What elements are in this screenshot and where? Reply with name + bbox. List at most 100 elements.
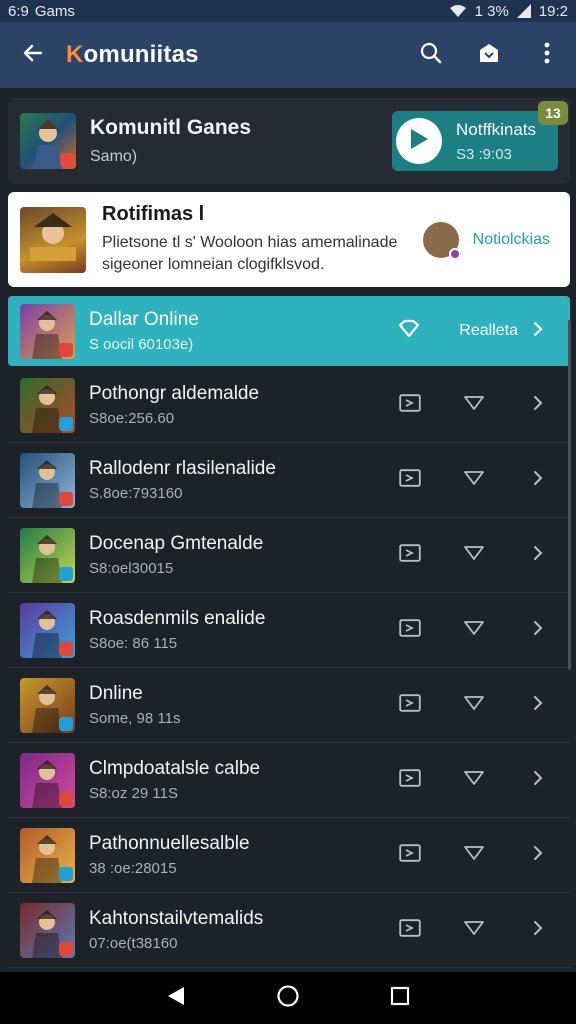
notification-count-badge: 13: [538, 101, 568, 125]
heart-outline-icon: [463, 470, 485, 491]
open-game-button[interactable]: [518, 835, 558, 875]
chevron-right-icon: [533, 770, 543, 791]
game-subtitle: S8:oz 29 11S: [89, 785, 178, 802]
favorite-button[interactable]: [454, 835, 494, 875]
favorite-button[interactable]: [454, 385, 494, 425]
favorite-button[interactable]: [454, 910, 494, 950]
download-button[interactable]: [390, 760, 430, 800]
chevron-right-icon: [533, 695, 543, 716]
game-subtitle: S oocil 60103e): [89, 336, 194, 353]
arrow-left-icon: [21, 41, 45, 70]
nav-back-button[interactable]: [148, 972, 204, 1024]
download-button[interactable]: [390, 610, 430, 650]
game-subtitle: S8:oel30015: [89, 560, 174, 577]
game-title: Kahtonstailvtemalids: [89, 908, 264, 929]
download-button[interactable]: [390, 535, 430, 575]
chevron-right-icon: [533, 321, 543, 342]
notifications-card[interactable]: Notffkinats S3 :9:03 13: [392, 101, 568, 171]
scrollbar[interactable]: [568, 320, 571, 670]
open-game-button[interactable]: [518, 610, 558, 650]
game-row-link[interactable]: Realleta: [459, 322, 518, 340]
open-game-button[interactable]: [518, 910, 558, 950]
search-button[interactable]: [402, 22, 460, 88]
search-icon: [419, 41, 443, 70]
favorite-button[interactable]: [454, 760, 494, 800]
favorite-button[interactable]: [454, 685, 494, 725]
system-nav-bar: [0, 972, 576, 1024]
game-thumbnail: [20, 377, 75, 433]
download-button[interactable]: [390, 685, 430, 725]
open-game-button[interactable]: [518, 311, 558, 351]
game-row[interactable]: Dnline Some, 98 11s: [8, 668, 570, 743]
heart-outline-icon: [463, 695, 485, 716]
featured-game-card[interactable]: Komunitl Ganes Samo) Notffkinats S3 :9:0…: [8, 98, 570, 184]
game-subtitle: Some, 98 11s: [89, 710, 181, 727]
game-row[interactable]: Pathonnuellesalble 38 :oe:28015: [8, 818, 570, 893]
nav-recents-button[interactable]: [372, 972, 428, 1024]
favorite-button[interactable]: [454, 460, 494, 500]
heart-outline-icon: [463, 620, 485, 641]
download-button[interactable]: [390, 835, 430, 875]
game-subtitle: S8oe:256.60: [89, 410, 175, 427]
chevron-right-icon: [533, 395, 543, 416]
open-game-button[interactable]: [518, 685, 558, 725]
heart-outline-icon: [463, 920, 485, 941]
notifications-subtitle: S3 :9:03: [456, 145, 512, 163]
game-row[interactable]: Pothongr aldemalde S8oe:256.60: [8, 368, 570, 443]
game-row[interactable]: Docenap Gmtenalde S8:oel30015: [8, 518, 570, 593]
favorite-button[interactable]: [454, 535, 494, 575]
page-title-rest: omuniitas: [83, 41, 199, 68]
promo-thumbnail: [20, 206, 86, 273]
nav-home-button[interactable]: [260, 972, 316, 1024]
promo-title: Rotifimas l: [102, 203, 205, 226]
download-button[interactable]: [390, 460, 430, 500]
store-button[interactable]: [460, 22, 518, 88]
game-subtitle: S8oe: 86 115: [89, 635, 178, 652]
play-button[interactable]: [396, 118, 442, 164]
open-game-button[interactable]: [518, 460, 558, 500]
download-icon: [399, 543, 421, 567]
download-icon: [399, 393, 421, 417]
game-row[interactable]: Dallar Online S oocil 60103e) Realleta: [8, 296, 570, 366]
favorite-button[interactable]: [389, 311, 429, 351]
promo-banner[interactable]: Rotifimas l Plietsone tl s' Wooloon hias…: [8, 192, 570, 287]
game-row[interactable]: Clmpdoatalsle calbe S8:oz 29 11S: [8, 743, 570, 818]
game-title: Clmpdoatalsle calbe: [89, 758, 261, 779]
game-title: Rallodenr rlasilenalide: [89, 458, 276, 479]
favorite-button[interactable]: [454, 610, 494, 650]
download-button[interactable]: [390, 385, 430, 425]
game-title: Pathonnuellesalble: [89, 833, 250, 854]
download-icon: [399, 843, 421, 867]
game-thumbnail: [20, 902, 75, 958]
wifi-icon: [449, 4, 467, 18]
game-title: Dallar Online: [89, 309, 199, 330]
promo-notifications-link[interactable]: Notiolckias: [473, 231, 550, 249]
chevron-right-icon: [533, 545, 543, 566]
game-title: Roasdenmils enalide: [89, 608, 266, 629]
download-button[interactable]: [390, 910, 430, 950]
more-options-button[interactable]: [518, 22, 576, 88]
back-button[interactable]: [0, 22, 66, 88]
nav-recents-icon: [390, 986, 410, 1011]
game-title: Pothongr aldemalde: [89, 383, 260, 404]
open-game-button[interactable]: [518, 385, 558, 425]
game-list: Dallar Online S oocil 60103e) Realleta P…: [8, 296, 570, 968]
page-title-accent: K: [66, 41, 84, 68]
game-row[interactable]: Roasdenmils enalide S8oe: 86 115: [8, 593, 570, 668]
game-subtitle: 38 :oe:28015: [89, 860, 177, 877]
avatar: [422, 221, 461, 260]
more-vert-icon: [544, 42, 550, 69]
game-row[interactable]: Kahtonstailvtemalids 07:oe(t38160: [8, 893, 570, 968]
game-row[interactable]: Rallodenr rlasilenalide S.8oe:793160: [8, 443, 570, 518]
app-bar: Komuniitas: [0, 22, 576, 88]
featured-game-subtitle: Samo): [90, 148, 138, 165]
heart-outline-icon: [463, 395, 485, 416]
open-game-button[interactable]: [518, 760, 558, 800]
game-thumbnail: [20, 452, 75, 508]
status-time: 19:2: [538, 2, 568, 20]
chevron-right-icon: [533, 845, 543, 866]
open-game-button[interactable]: [518, 535, 558, 575]
heart-outline-icon: [463, 545, 485, 566]
notifications-title: Notffkinats: [456, 119, 537, 139]
featured-game-thumbnail: [20, 113, 76, 169]
